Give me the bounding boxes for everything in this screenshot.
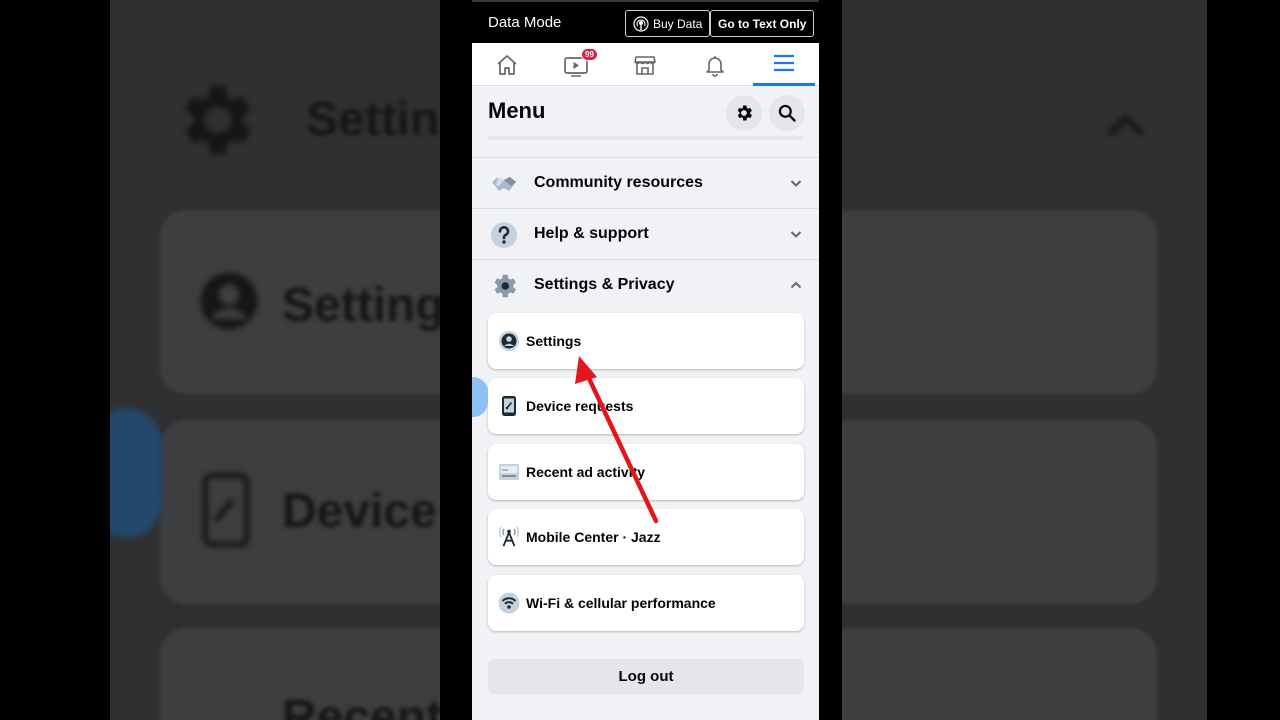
- section-help-support[interactable]: Help & support: [472, 208, 819, 259]
- section-label: Help & support: [534, 225, 649, 242]
- question-icon: [489, 220, 519, 250]
- gear-icon: [489, 271, 519, 301]
- menu-item-recent-ad-activity[interactable]: Recent ad activity: [488, 444, 804, 500]
- gear-icon: [734, 103, 754, 123]
- search-icon: [777, 103, 797, 123]
- bg-gear-icon: [168, 74, 260, 171]
- menu-item-label: Settings: [526, 333, 582, 349]
- bg-text-device: Device r: [282, 485, 440, 538]
- nav-video[interactable]: 99: [545, 43, 607, 86]
- menu-divider: [488, 136, 803, 140]
- marketplace-icon: [633, 53, 657, 77]
- page-title: Menu: [488, 98, 546, 123]
- section-community-resources[interactable]: Community resources: [472, 157, 819, 208]
- phone-screen: Data Mode Buy Data Go to Text Only 99 Me…: [472, 0, 819, 720]
- nav-notifications[interactable]: [684, 43, 746, 86]
- phone-icon: [498, 395, 520, 417]
- bg-text-recent: Recent: [282, 691, 440, 720]
- user-circle-icon: [498, 330, 520, 352]
- menu-item-label: Device requests: [526, 398, 634, 414]
- antenna-icon: [498, 526, 520, 548]
- blurred-background-left: Settin Settings Device r Recent: [110, 0, 440, 720]
- chevron-down-icon: [789, 176, 803, 190]
- nav-menu[interactable]: [753, 43, 815, 86]
- menu-item-device-requests[interactable]: Device requests: [488, 378, 804, 434]
- section-label: Settings & Privacy: [534, 276, 675, 293]
- buy-data-button[interactable]: Buy Data: [625, 10, 711, 37]
- floating-chat-bubble[interactable]: [472, 377, 488, 417]
- video-frame: Settin Settings Device r Recent Data Mod…: [0, 0, 1280, 720]
- bg-text-settings: Settings: [282, 279, 440, 332]
- section-label: Community resources: [534, 174, 703, 191]
- hamburger-menu-icon: [772, 51, 796, 75]
- video-notification-badge: 99: [581, 48, 598, 61]
- nav-home[interactable]: [476, 43, 538, 86]
- bell-icon: [703, 53, 727, 77]
- bg-card: [842, 628, 1157, 720]
- data-mode-bar: Data Mode Buy Data Go to Text Only: [472, 0, 819, 43]
- bg-chevron-up-icon: [1106, 112, 1146, 143]
- ad-activity-icon: [498, 461, 520, 483]
- text-only-label: Go to Text Only: [718, 16, 807, 31]
- logout-button[interactable]: Log out: [488, 659, 804, 694]
- bg-user-icon: [198, 270, 260, 337]
- bg-bubble: [110, 408, 162, 538]
- home-icon: [495, 53, 519, 77]
- chevron-down-icon: [789, 227, 803, 241]
- broadcast-icon: [633, 15, 649, 32]
- menu-item-label: Mobile Center · Jazz: [526, 529, 661, 545]
- bg-phone-icon: [200, 472, 252, 553]
- menu-item-wifi-cellular[interactable]: Wi-Fi & cellular performance: [488, 575, 804, 631]
- bg-card: [842, 420, 1157, 604]
- menu-settings-button[interactable]: [726, 95, 762, 131]
- menu-item-label: Wi-Fi & cellular performance: [526, 595, 716, 611]
- bg-text-settings-privacy: Settin: [306, 93, 440, 146]
- chevron-up-icon: [789, 278, 803, 292]
- nav-marketplace[interactable]: [614, 43, 676, 86]
- menu-item-mobile-center[interactable]: Mobile Center · Jazz: [488, 509, 804, 565]
- bg-card: [842, 210, 1157, 394]
- wifi-icon: [498, 592, 520, 614]
- top-navigation: 99: [472, 43, 819, 86]
- blurred-background-right: [842, 0, 1207, 720]
- menu-search-button[interactable]: [769, 95, 805, 131]
- data-mode-title: Data Mode: [488, 14, 562, 31]
- handshake-icon: [489, 169, 519, 199]
- text-only-button[interactable]: Go to Text Only: [710, 10, 815, 37]
- section-settings-privacy[interactable]: Settings & Privacy: [472, 259, 819, 310]
- buy-data-label: Buy Data: [653, 16, 703, 31]
- menu-item-label: Recent ad activity: [526, 464, 646, 480]
- menu-item-settings[interactable]: Settings: [488, 313, 804, 369]
